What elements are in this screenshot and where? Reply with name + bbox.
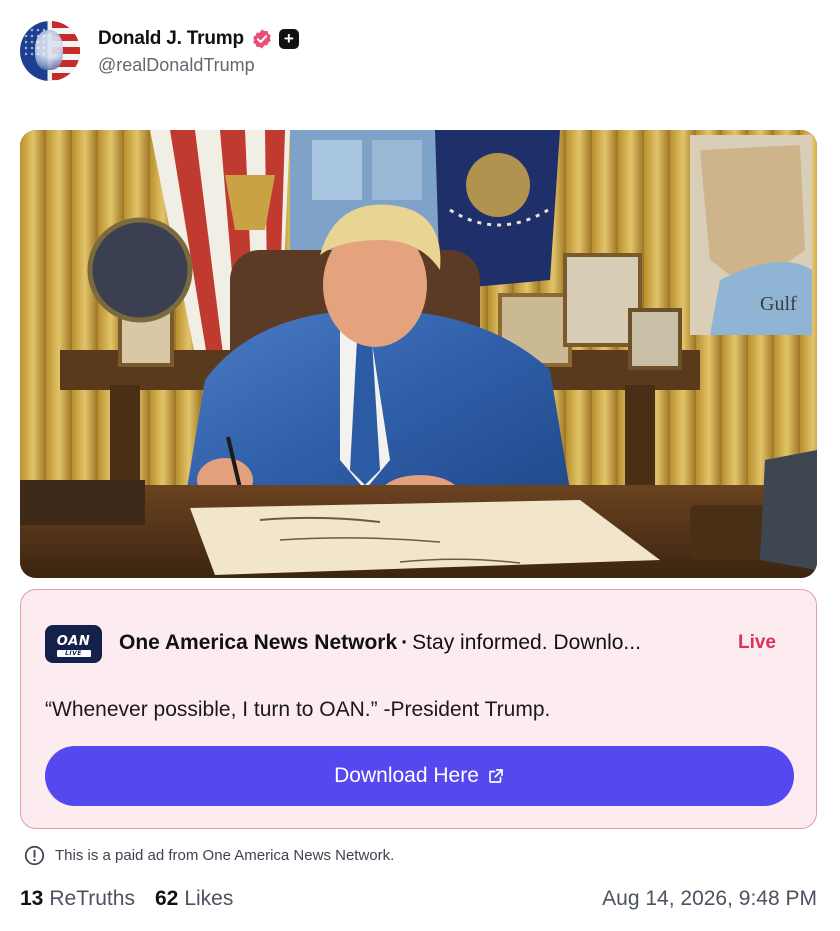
retruths-label: ReTruths — [49, 887, 135, 910]
disclaimer-text: This is a paid ad from One America News … — [55, 846, 395, 864]
download-button-label: Download Here — [334, 764, 479, 787]
post-header: Donald J. Trump + @realDonaldTrump — [20, 20, 299, 82]
author-display-name[interactable]: Donald J. Trump — [98, 28, 244, 50]
info-icon — [24, 845, 45, 865]
ad-tagline: Stay informed. Downlo... — [412, 631, 641, 654]
retruths-stat[interactable]: 13 ReTruths — [20, 887, 135, 911]
plus-badge-icon: + — [278, 28, 299, 49]
verified-badge-icon — [253, 28, 271, 49]
oan-logo[interactable]: OAN LIVE — [45, 625, 102, 663]
author-info: Donald J. Trump + @realDonaldTrump — [98, 27, 299, 76]
post-image[interactable]: Gulf — [20, 130, 817, 578]
likes-stat[interactable]: 62 Likes — [155, 887, 233, 911]
oval-office-painting: Gulf — [20, 130, 817, 578]
likes-label: Likes — [184, 887, 234, 910]
map-label: Gulf — [760, 293, 797, 315]
ad-title-row[interactable]: One America News Network · Stay informed. … — [119, 631, 719, 655]
ad-quote: “Whenever possible, I turn to OAN.” -Pre… — [45, 698, 551, 721]
post-timestamp[interactable]: Aug 14, 2026, 9:48 PM — [602, 884, 817, 914]
external-link-icon — [489, 769, 503, 783]
paid-ad-disclaimer: This is a paid ad from One America News … — [24, 844, 394, 866]
retruths-count: 13 — [20, 887, 44, 910]
live-label: Live — [737, 632, 776, 653]
post-stats: 13 ReTruths 62 Likes — [20, 884, 233, 914]
author-handle[interactable]: @realDonaldTrump — [98, 55, 299, 76]
sponsored-ad-card[interactable]: OAN LIVE One America News Network · Stay i… — [20, 589, 817, 829]
likes-count: 62 — [154, 887, 179, 910]
ad-advertiser-name[interactable]: One America News Network — [119, 631, 397, 654]
ad-separator: · — [401, 631, 409, 654]
download-here-button[interactable]: Download Here — [45, 746, 794, 806]
avatar[interactable] — [20, 21, 80, 81]
